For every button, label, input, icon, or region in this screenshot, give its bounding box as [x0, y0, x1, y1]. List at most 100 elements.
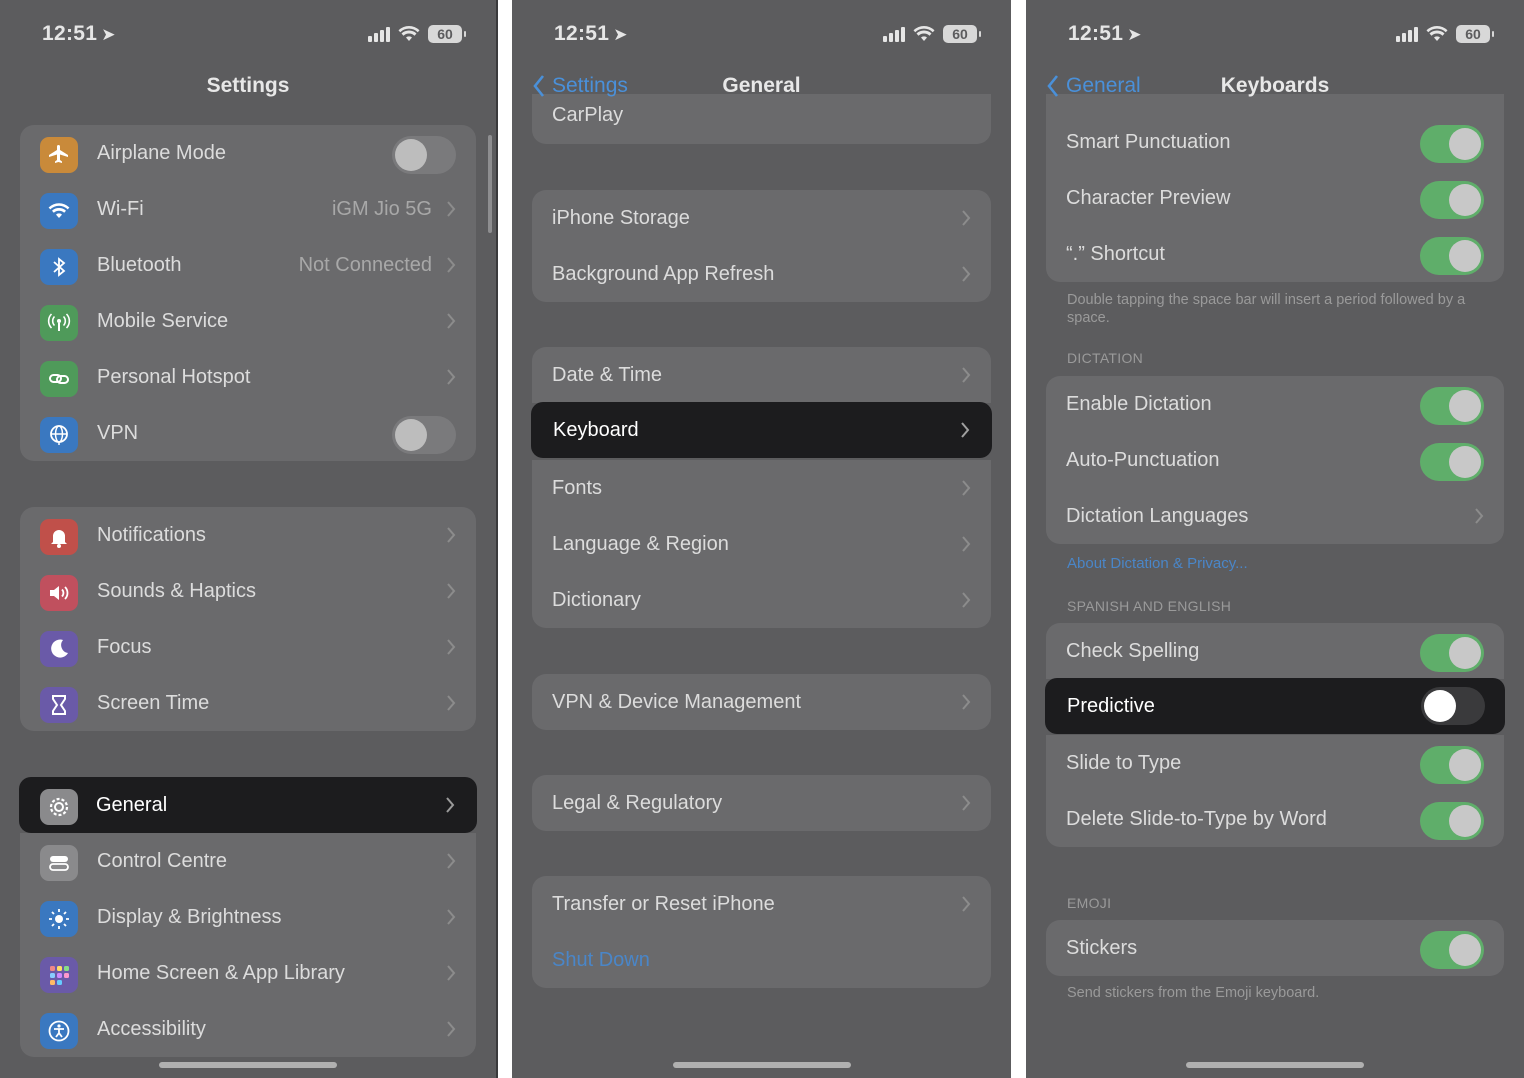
- battery-icon: 60: [943, 25, 981, 43]
- settings-row-display-brightness[interactable]: Display & Brightness: [20, 889, 476, 945]
- switches-icon: [40, 845, 78, 881]
- row-carplay-partial[interactable]: CarPlay: [532, 94, 991, 144]
- gear-icon: [40, 789, 78, 825]
- settings-group-general: Control Centre Display & Brightness Home S…: [20, 833, 476, 1057]
- home-indicator[interactable]: [672, 1062, 851, 1068]
- general-group-reset: Transfer or Reset iPhone Shut Down: [532, 876, 991, 988]
- bell-icon: [40, 519, 78, 555]
- settings-row-general[interactable]: General: [19, 777, 477, 833]
- settings-screen: 12:51 ➤ 60 Settings Airplane Mode Wi-Fi iGM…: [0, 0, 498, 1078]
- battery-icon: 60: [1456, 25, 1494, 43]
- settings-row-control-centre[interactable]: Control Centre: [20, 833, 476, 889]
- general-screen: 12:51 ➤ 60 CarPlay Settings General iPhon…: [512, 0, 1011, 1078]
- settings-row-focus[interactable]: Focus: [20, 619, 476, 675]
- chevron-right-icon: [962, 266, 971, 282]
- general-row-legal-regulatory[interactable]: Legal & Regulatory: [532, 775, 991, 831]
- chevron-right-icon: [447, 909, 456, 925]
- general-row-dictionary[interactable]: Dictionary: [532, 572, 991, 628]
- settings-row-personal-hotspot[interactable]: Personal Hotspot: [20, 349, 476, 405]
- row-label: Dictionary: [552, 588, 641, 611]
- settings-row-sounds-haptics[interactable]: Sounds & Haptics: [20, 563, 476, 619]
- keyboards-row-delete-slide-to-type-by-word: Delete Slide-to-Type by Word: [1046, 791, 1504, 847]
- keyboards-row-dictation-languages[interactable]: Dictation Languages: [1046, 488, 1504, 544]
- row-label: Smart Punctuation: [1066, 130, 1231, 153]
- keyboards-row-auto-punctuation: Auto-Punctuation: [1046, 432, 1504, 488]
- predictive-toggle[interactable]: [1421, 687, 1485, 725]
- row-label: iPhone Storage: [552, 206, 690, 229]
- settings-row-bluetooth[interactable]: Bluetooth Not Connected: [20, 237, 476, 293]
- smart-punctuation-toggle[interactable]: [1420, 125, 1484, 163]
- footer-note: Send stickers from the Emoji keyboard.: [1067, 985, 1320, 1001]
- time-text: 12:51: [554, 22, 610, 45]
- accessibility-icon: [40, 1013, 78, 1049]
- chevron-right-icon: [962, 367, 971, 383]
- settings-row-vpn[interactable]: VPN: [20, 405, 476, 461]
- cellular-signal-icon: [883, 26, 905, 42]
- general-row-vpn-device-management[interactable]: VPN & Device Management: [532, 674, 991, 730]
- moon-icon: [40, 631, 78, 667]
- general-row-transfer-reset[interactable]: Transfer or Reset iPhone: [532, 876, 991, 932]
- wifi-icon: [40, 193, 78, 229]
- time-text: 12:51: [42, 22, 98, 45]
- settings-row-notifications[interactable]: Notifications: [20, 507, 476, 563]
- battery-icon: 60: [428, 25, 466, 43]
- character-preview-toggle[interactable]: [1420, 181, 1484, 219]
- shut-down-button[interactable]: Shut Down: [532, 932, 991, 988]
- chevron-right-icon: [961, 422, 970, 438]
- keyboards-group-emoji: Stickers: [1046, 920, 1504, 976]
- about-dictation-link[interactable]: About Dictation & Privacy...: [1067, 555, 1248, 572]
- row-label: Delete Slide-to-Type by Word: [1066, 807, 1327, 830]
- settings-row-screen-time[interactable]: Screen Time: [20, 675, 476, 731]
- scrollbar[interactable]: [488, 135, 492, 233]
- slide-to-type-toggle[interactable]: [1420, 746, 1484, 784]
- home-indicator[interactable]: [159, 1062, 337, 1068]
- shortcut-toggle[interactable]: [1420, 237, 1484, 275]
- check-spelling-toggle[interactable]: [1420, 634, 1484, 672]
- general-row-date-time[interactable]: Date & Time: [532, 347, 991, 403]
- location-icon: ➤: [101, 25, 116, 44]
- keyboards-row-predictive: Predictive: [1045, 678, 1505, 734]
- row-label: Screen Time: [97, 691, 210, 714]
- chevron-right-icon: [447, 1021, 456, 1037]
- chevron-right-icon: [962, 210, 971, 226]
- row-label: Home Screen & App Library: [97, 961, 345, 984]
- home-indicator[interactable]: [1186, 1062, 1364, 1068]
- airplane-icon: [40, 137, 78, 173]
- stickers-toggle[interactable]: [1420, 931, 1484, 969]
- general-row-fonts[interactable]: Fonts: [532, 460, 991, 516]
- airplane-mode-toggle[interactable]: [392, 136, 456, 174]
- row-value: iGM Jio 5G: [331, 197, 432, 220]
- settings-row-accessibility[interactable]: Accessibility: [20, 1001, 476, 1057]
- row-label: Airplane Mode: [97, 141, 226, 164]
- general-row-language-region[interactable]: Language & Region: [532, 516, 991, 572]
- chevron-right-icon: [447, 369, 456, 385]
- keyboards-row-smart-punctuation: Smart Punctuation: [1046, 114, 1504, 170]
- delete-slide-to-type-by-word-toggle[interactable]: [1420, 802, 1484, 840]
- chevron-right-icon: [962, 592, 971, 608]
- keyboards-group-slide: Slide to Type Delete Slide-to-Type by Wor…: [1046, 735, 1504, 847]
- settings-group-connectivity: Airplane Mode Wi-Fi iGM Jio 5G Bluetooth Not…: [20, 125, 476, 461]
- settings-row-mobile-service[interactable]: Mobile Service: [20, 293, 476, 349]
- row-label: Auto-Punctuation: [1066, 448, 1220, 471]
- chevron-right-icon: [1475, 508, 1484, 524]
- row-label: Focus: [97, 635, 152, 658]
- vpn-toggle[interactable]: [392, 416, 456, 454]
- settings-row-airplane-mode[interactable]: Airplane Mode: [20, 125, 476, 181]
- row-label: Character Preview: [1066, 186, 1231, 209]
- keyboards-row-stickers: Stickers: [1046, 920, 1504, 976]
- settings-row-wi-fi[interactable]: Wi-Fi iGM Jio 5G: [20, 181, 476, 237]
- chevron-right-icon: [962, 480, 971, 496]
- hourglass-icon: [40, 687, 78, 723]
- row-label: Background App Refresh: [552, 262, 775, 285]
- row-label: Accessibility: [97, 1017, 206, 1040]
- general-row-background-app-refresh[interactable]: Background App Refresh: [532, 246, 991, 302]
- auto-punctuation-toggle[interactable]: [1420, 443, 1484, 481]
- chevron-right-icon: [447, 853, 456, 869]
- link-icon: [40, 361, 78, 397]
- settings-row-home-screen-app-library[interactable]: Home Screen & App Library: [20, 945, 476, 1001]
- general-row-keyboard[interactable]: Keyboard: [531, 402, 992, 458]
- general-row-iphone-storage[interactable]: iPhone Storage: [532, 190, 991, 246]
- chevron-right-icon: [447, 965, 456, 981]
- row-label: Predictive: [1067, 694, 1155, 717]
- enable-dictation-toggle[interactable]: [1420, 387, 1484, 425]
